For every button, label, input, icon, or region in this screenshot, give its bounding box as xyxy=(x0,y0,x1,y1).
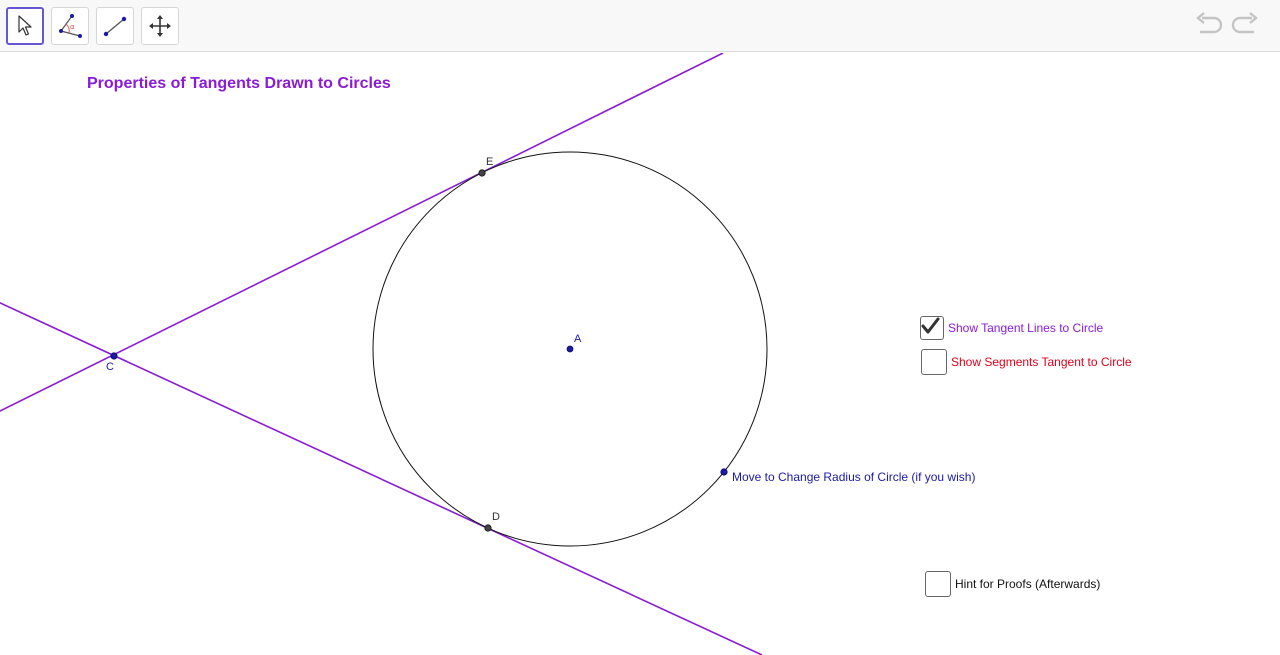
cursor-arrow-icon xyxy=(17,15,33,37)
redo-button[interactable] xyxy=(1229,11,1261,41)
point-d xyxy=(484,524,492,532)
segment-icon xyxy=(101,12,129,40)
undo-icon xyxy=(1194,11,1224,41)
toolbar: α xyxy=(0,0,1280,52)
angle-icon: α xyxy=(56,12,84,40)
show-segments-checkbox[interactable] xyxy=(921,349,947,375)
segment-tool-button[interactable] xyxy=(96,7,134,45)
point-d-label: D xyxy=(492,511,500,523)
move-graphics-view-tool-button[interactable] xyxy=(141,7,179,45)
point-c-label: C xyxy=(106,361,114,373)
redo-icon xyxy=(1230,11,1260,41)
angle-tool-button[interactable]: α xyxy=(51,7,89,45)
show-tangent-lines-checkbox-row[interactable]: Show Tangent Lines to Circle xyxy=(920,316,1103,340)
hint-for-proofs-label: Hint for Proofs (Afterwards) xyxy=(955,577,1101,591)
svg-text:α: α xyxy=(70,23,75,31)
geogebra-app: α Properties of Tangents Drawn to Circle… xyxy=(0,0,1280,655)
undo-button[interactable] xyxy=(1193,11,1225,41)
hint-for-proofs-checkbox-row[interactable]: Hint for Proofs (Afterwards) xyxy=(925,571,1100,597)
hint-for-proofs-checkbox[interactable] xyxy=(925,571,951,597)
point-e-label: E xyxy=(486,156,494,168)
show-segments-label: Show Segments Tangent to Circle xyxy=(951,355,1132,369)
radius-handle-label: Move to Change Radius of Circle (if you … xyxy=(732,470,976,484)
move-arrows-icon xyxy=(148,14,172,38)
tangent-line-ce xyxy=(0,53,724,412)
show-tangent-lines-label: Show Tangent Lines to Circle xyxy=(948,321,1104,335)
point-a xyxy=(566,345,574,353)
point-c xyxy=(110,352,118,360)
show-segments-checkbox-row[interactable]: Show Segments Tangent to Circle xyxy=(921,349,1132,375)
worksheet-title: Properties of Tangents Drawn to Circles xyxy=(87,75,391,92)
show-tangent-lines-checkbox[interactable] xyxy=(920,316,944,340)
point-e xyxy=(478,169,486,177)
radius-handle-point xyxy=(720,468,728,476)
graphics-view[interactable]: Properties of Tangents Drawn to Circles … xyxy=(0,53,1280,655)
move-tool-button[interactable] xyxy=(6,7,44,45)
point-a-label: A xyxy=(574,333,582,345)
